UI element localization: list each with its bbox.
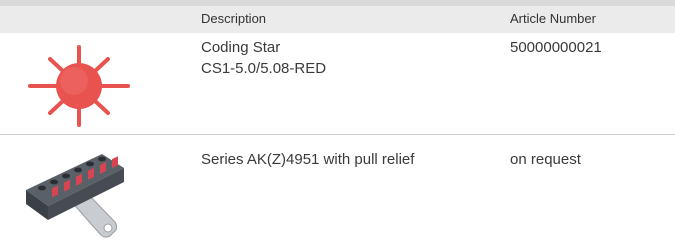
table-header: Description Article Number	[0, 6, 675, 33]
row-divider	[0, 134, 675, 135]
header-description: Description	[201, 11, 267, 26]
row-description: Coding Star CS1-5.0/5.08-RED	[201, 37, 326, 79]
row-article-number: on request	[510, 151, 581, 168]
table-row: Series AK(Z)4951 with pull relief on req…	[0, 140, 675, 241]
coding-star-icon	[28, 45, 130, 127]
description-line-2: CS1-5.0/5.08-RED	[201, 60, 327, 77]
header-article-number: Article Number	[510, 11, 596, 26]
row-article-number: 50000000021	[510, 39, 602, 56]
description-line-1: Coding Star	[201, 39, 281, 56]
table-row: Coding Star CS1-5.0/5.08-RED 50000000021	[0, 33, 675, 134]
terminal-block-connector-image	[26, 154, 124, 238]
row-description: Series AK(Z)4951 with pull relief	[201, 151, 415, 168]
